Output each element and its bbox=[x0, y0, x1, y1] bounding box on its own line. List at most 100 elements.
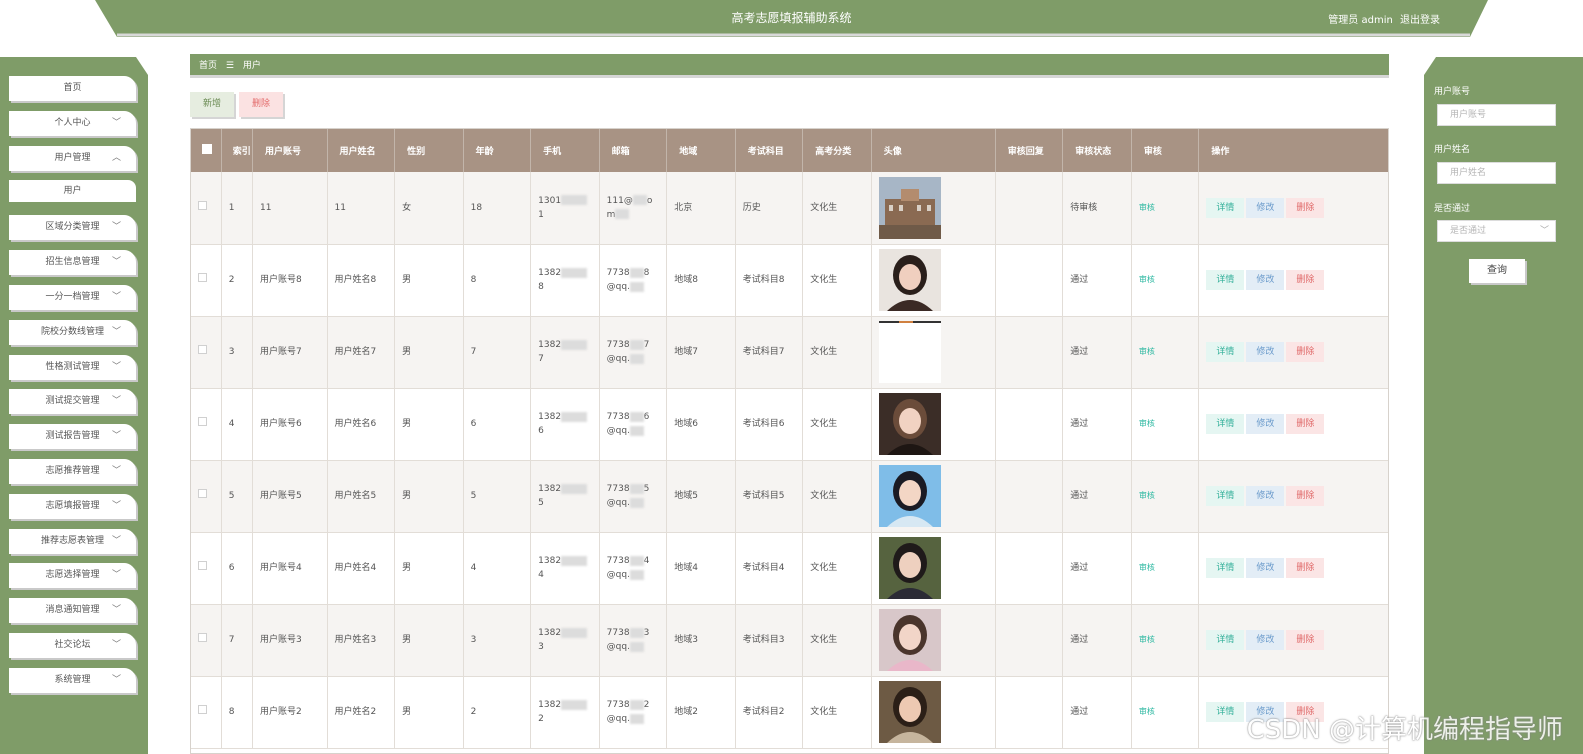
column-header: 性别 bbox=[394, 129, 464, 172]
detail-button[interactable]: 详情 bbox=[1206, 702, 1245, 722]
detail-button[interactable]: 详情 bbox=[1206, 342, 1245, 362]
sidebar-item[interactable]: 性格测试管理 ﹀ bbox=[9, 354, 136, 380]
gender-value: 女 bbox=[402, 202, 412, 213]
delete-button[interactable]: 删除 bbox=[1286, 630, 1325, 650]
detail-button[interactable]: 详情 bbox=[1206, 558, 1245, 578]
sidebar-item[interactable]: 招生信息管理 ﹀ bbox=[9, 250, 136, 276]
select-all-checkbox[interactable] bbox=[202, 144, 212, 154]
audit-link[interactable]: 审核 bbox=[1139, 419, 1155, 428]
gender-value: 男 bbox=[402, 275, 412, 285]
detail-button[interactable]: 详情 bbox=[1206, 630, 1245, 650]
sidebar-item[interactable]: 志愿填报管理 ﹀ bbox=[9, 493, 136, 519]
delete-button[interactable]: 删除 bbox=[1286, 414, 1325, 434]
edit-button[interactable]: 修改 bbox=[1246, 486, 1285, 506]
status-cell: 通过 bbox=[1062, 676, 1132, 749]
sidebar-item[interactable]: 用户管理 ︿ bbox=[9, 145, 136, 171]
phone-prefix: 1382 bbox=[538, 340, 562, 350]
batch-delete-button[interactable]: 删除 bbox=[239, 92, 283, 117]
sidebar-item-label: 志愿填报管理 bbox=[45, 500, 100, 511]
audit-link[interactable]: 审核 bbox=[1139, 635, 1155, 644]
row-checkbox[interactable] bbox=[198, 705, 207, 714]
sidebar-item[interactable]: 首页 bbox=[9, 76, 136, 101]
edit-button[interactable]: 修改 bbox=[1246, 558, 1285, 578]
edit-button[interactable]: 修改 bbox=[1246, 342, 1285, 362]
pass-filter-label: 是否通过 bbox=[1434, 204, 1471, 214]
avatar bbox=[878, 465, 995, 527]
edit-button[interactable]: 修改 bbox=[1246, 197, 1285, 218]
sidebar-item[interactable]: 社交论坛 ﹀ bbox=[9, 632, 136, 658]
add-button[interactable]: 新增 bbox=[190, 92, 234, 117]
age-cell: 7 bbox=[463, 316, 532, 389]
edit-button[interactable]: 修改 bbox=[1246, 414, 1285, 434]
row-checkbox[interactable] bbox=[198, 200, 207, 210]
sidebar-item[interactable]: 区域分类管理 ﹀ bbox=[9, 215, 136, 241]
column-header: 索引 bbox=[221, 129, 253, 172]
sidebar-item[interactable]: 一分一档管理 ﹀ bbox=[9, 284, 136, 310]
pass-filter-select[interactable]: 是否通过 ﹀ bbox=[1437, 220, 1556, 242]
detail-button[interactable]: 详情 bbox=[1206, 486, 1245, 506]
delete-button[interactable]: 删除 bbox=[1286, 270, 1325, 290]
delete-button[interactable]: 删除 bbox=[1286, 558, 1325, 578]
edit-button[interactable]: 修改 bbox=[1246, 630, 1285, 650]
email-redacted bbox=[629, 497, 644, 508]
column-header: 审核回复 bbox=[995, 129, 1064, 172]
audit-link[interactable]: 审核 bbox=[1139, 491, 1155, 500]
name-search-input[interactable]: 用户姓名 bbox=[1437, 162, 1556, 184]
sidebar-item[interactable]: 个人中心 ﹀ bbox=[9, 110, 136, 136]
detail-button[interactable]: 详情 bbox=[1206, 270, 1245, 290]
sidebar-item[interactable]: 志愿选择管理 ﹀ bbox=[9, 563, 136, 589]
phone-cell: 1382 5 bbox=[530, 460, 600, 533]
name-value: 用户姓名2 bbox=[334, 707, 377, 717]
email-cell: 7738 8 @qq. bbox=[599, 244, 668, 317]
row-checkbox[interactable] bbox=[198, 633, 207, 642]
sidebar-item-label: 消息通知管理 bbox=[45, 605, 100, 616]
phone-prefix: 1382 bbox=[538, 268, 562, 278]
chevron-down-icon: ﹀ bbox=[111, 361, 121, 372]
edit-button[interactable]: 修改 bbox=[1246, 270, 1285, 290]
detail-button[interactable]: 详情 bbox=[1206, 197, 1245, 218]
row-select-cell bbox=[191, 460, 222, 533]
breadcrumb-home[interactable]: 首页 bbox=[199, 61, 217, 71]
gender-cell: 男 bbox=[394, 460, 464, 533]
audit-link[interactable]: 审核 bbox=[1139, 347, 1155, 356]
sidebar-item[interactable]: 院校分数线管理 ﹀ bbox=[9, 319, 136, 345]
email-cell: 7738 2 @qq. bbox=[599, 676, 668, 749]
phone-redacted bbox=[561, 483, 588, 494]
delete-button[interactable]: 删除 bbox=[1286, 342, 1325, 362]
audit-link[interactable]: 审核 bbox=[1139, 203, 1155, 212]
row-checkbox[interactable] bbox=[198, 417, 207, 426]
audit-link[interactable]: 审核 bbox=[1139, 275, 1155, 284]
email-redacted bbox=[629, 569, 644, 580]
age-value: 7 bbox=[470, 347, 477, 357]
category-cell: 文化生 bbox=[802, 532, 872, 605]
row-checkbox[interactable] bbox=[198, 561, 207, 570]
detail-button[interactable]: 详情 bbox=[1206, 414, 1245, 434]
index-value: 5 bbox=[228, 491, 235, 501]
delete-button[interactable]: 删除 bbox=[1286, 486, 1325, 506]
subject-value: 考试科目7 bbox=[742, 347, 785, 357]
column-header: 操作 bbox=[1198, 129, 1388, 172]
sidebar-item[interactable]: 系统管理 ﹀ bbox=[9, 667, 136, 693]
delete-button[interactable]: 删除 bbox=[1286, 197, 1325, 218]
sidebar-subitem[interactable]: 用户 bbox=[9, 180, 136, 203]
avatar bbox=[878, 176, 995, 239]
avatar-cell bbox=[871, 388, 996, 461]
sidebar-item[interactable]: 测试报告管理 ﹀ bbox=[9, 424, 136, 450]
sidebar-item[interactable]: 测试提交管理 ﹀ bbox=[9, 389, 136, 415]
sidebar-item[interactable]: 志愿推荐管理 ﹀ bbox=[9, 458, 136, 484]
gender-cell: 男 bbox=[394, 244, 464, 317]
sidebar-item[interactable]: 消息通知管理 ﹀ bbox=[9, 598, 136, 624]
column-header: 审核状态 bbox=[1062, 129, 1132, 172]
audit-link[interactable]: 审核 bbox=[1139, 707, 1155, 716]
row-checkbox[interactable] bbox=[198, 489, 207, 498]
audit-link[interactable]: 审核 bbox=[1139, 563, 1155, 572]
logout-link[interactable]: 退出登录 bbox=[1400, 15, 1440, 26]
row-select-cell bbox=[191, 604, 222, 677]
phone-redacted bbox=[561, 627, 588, 638]
account-search-input[interactable]: 用户账号 bbox=[1437, 104, 1556, 126]
row-checkbox[interactable] bbox=[198, 345, 207, 354]
sidebar-item[interactable]: 推荐志愿表管理 ﹀ bbox=[9, 528, 136, 554]
query-button[interactable]: 查询 bbox=[1469, 259, 1525, 283]
row-checkbox[interactable] bbox=[198, 273, 207, 282]
index-value: 6 bbox=[228, 563, 235, 573]
